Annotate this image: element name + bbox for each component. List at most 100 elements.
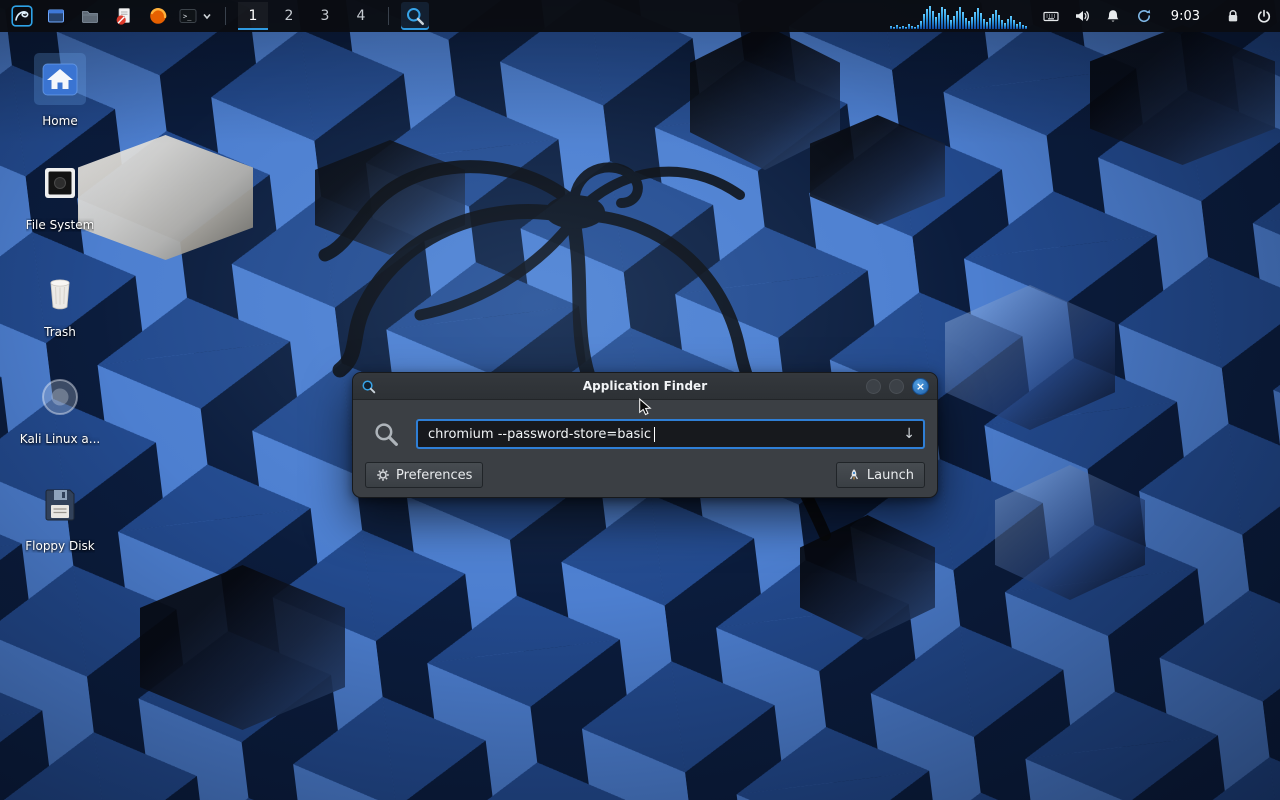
application-finder-launcher[interactable] [401, 2, 429, 30]
minimize-button[interactable] [866, 378, 881, 394]
search-icon [375, 422, 398, 446]
window-title: Application Finder [582, 379, 708, 393]
spectrum-bar [1012, 20, 1015, 29]
desktop-icon-floppy-disk[interactable]: Floppy Disk [12, 478, 108, 553]
volume-icon[interactable] [1074, 8, 1090, 24]
launch-button[interactable]: Launch [835, 462, 925, 488]
workspace-button-3[interactable]: 3 [310, 2, 340, 30]
spectrum-bar [970, 17, 973, 29]
search-icon [407, 8, 424, 25]
spectrum-bar [1021, 25, 1024, 29]
logout-power-icon[interactable] [1256, 8, 1272, 24]
desktop: Home File System Trash Kali Linux a... F… [0, 0, 1280, 800]
notifications-bell-icon[interactable] [1105, 8, 1121, 24]
window-titlebar[interactable]: Application Finder × [353, 373, 937, 400]
workspace-button-2[interactable]: 2 [274, 2, 304, 30]
spectrum-bar [922, 14, 925, 29]
spectrum-bar [904, 27, 907, 29]
spectrum-bar [958, 7, 961, 29]
spectrum-bar [988, 18, 991, 29]
chevron-down-icon[interactable] [201, 10, 213, 22]
spectrum-bar [982, 19, 985, 29]
workspace-label: 1 [248, 8, 258, 24]
spectrum-bar [940, 7, 943, 29]
workspace-label: 4 [356, 8, 366, 24]
spectrum-bar [892, 27, 895, 29]
applications-menu-button[interactable] [8, 2, 36, 30]
spectrum-bar [1006, 19, 1009, 29]
panel-separator [225, 7, 226, 25]
workspace-button-1[interactable]: 1 [238, 2, 268, 30]
command-input-value: chromium --password-store=basic [428, 426, 652, 442]
window-search-icon [362, 380, 376, 393]
spectrum-bar [934, 17, 937, 29]
spectrum-bar [916, 25, 919, 29]
file-system-icon [34, 157, 86, 209]
spectrum-bar [925, 9, 928, 29]
spectrum-bar [952, 16, 955, 29]
spectrum-bar [928, 6, 931, 29]
spectrum-bar [910, 26, 913, 29]
terminal-launcher-button[interactable]: >_ [178, 2, 213, 30]
gear-icon [377, 469, 389, 481]
file-manager-button[interactable] [76, 2, 104, 30]
firefox-button[interactable] [144, 2, 172, 30]
top-panel: >_ 1 2 3 4 9:03 [0, 0, 1280, 32]
spectrum-bar [1024, 26, 1027, 29]
spectrum-bar [967, 21, 970, 29]
spectrum-bar [946, 15, 949, 29]
document-icon [116, 8, 130, 25]
close-button[interactable]: × [912, 377, 929, 395]
expand-results-arrow-icon[interactable]: ↓ [895, 426, 915, 442]
firefox-icon [150, 8, 167, 24]
desktop-icon-label: Home [42, 114, 78, 128]
maximize-button[interactable] [889, 378, 904, 394]
text-editor-button[interactable] [110, 2, 138, 30]
system-tray: 9:03 [1043, 8, 1272, 24]
kali-logo-icon [11, 5, 33, 27]
spectrum-bar [976, 8, 979, 29]
spectrum-bar [937, 13, 940, 29]
terminal-icon: >_ [179, 9, 197, 23]
desktop-icon-file-system[interactable]: File System [12, 157, 108, 232]
application-finder-window: Application Finder × chromium --password… [352, 372, 938, 498]
kali-disc-icon [34, 371, 86, 423]
keyboard-icon[interactable] [1043, 8, 1059, 24]
updates-icon[interactable] [1136, 8, 1152, 24]
launch-rocket-icon [849, 469, 858, 481]
spectrum-bar [898, 27, 901, 29]
text-caret [654, 426, 656, 442]
taskbar-window-button[interactable] [42, 2, 70, 30]
spectrum-bar [949, 20, 952, 29]
floppy-disk-icon [34, 478, 86, 530]
spectrum-bar [979, 13, 982, 29]
preferences-label: Preferences [396, 467, 473, 483]
desktop-icon-home[interactable]: Home [12, 53, 108, 128]
spectrum-bar [1015, 24, 1018, 29]
desktop-icon-kali-linux[interactable]: Kali Linux a... [12, 371, 108, 446]
spectrum-bar [961, 12, 964, 29]
preferences-button[interactable]: Preferences [365, 462, 484, 488]
desktop-icon-label: Floppy Disk [25, 539, 95, 553]
lock-icon[interactable] [1225, 8, 1241, 24]
panel-separator [388, 7, 389, 25]
workspace-label: 3 [320, 8, 330, 24]
spectrum-bar [931, 11, 934, 29]
desktop-icon-label: Trash [44, 325, 76, 339]
workspace-label: 2 [284, 8, 294, 24]
command-input[interactable]: chromium --password-store=basic ↓ [416, 419, 925, 449]
desktop-icon-trash[interactable]: Trash [12, 264, 108, 339]
dialog-body: chromium --password-store=basic ↓ Prefer… [353, 419, 937, 497]
launch-label: Launch [866, 467, 914, 483]
desktop-icon-label: Kali Linux a... [19, 432, 101, 446]
spectrum-bar [964, 18, 967, 29]
workspace-button-4[interactable]: 4 [346, 2, 376, 30]
svg-text:>_: >_ [183, 13, 192, 21]
audio-spectrum[interactable] [889, 3, 1027, 29]
spectrum-bar [997, 15, 1000, 29]
window-icon [48, 9, 64, 23]
spectrum-bar [973, 12, 976, 29]
spectrum-bar [943, 9, 946, 29]
clock[interactable]: 9:03 [1171, 9, 1200, 24]
close-icon: × [915, 379, 926, 393]
